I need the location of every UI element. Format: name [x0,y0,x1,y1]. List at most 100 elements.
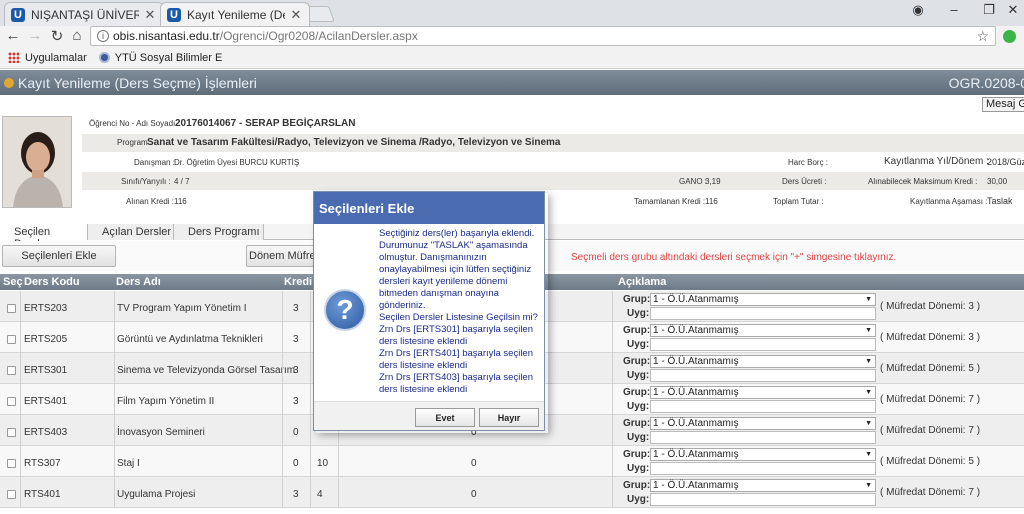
tab-opened-courses[interactable]: Açılan Dersler [88,224,174,240]
row-select-checkbox[interactable] [7,428,16,437]
curriculum-term: ( Müfredat Dönemi: 7 ) [880,425,981,436]
practice-group-field[interactable] [650,462,876,475]
column-divider [310,477,311,508]
chevron-down-icon: ▼ [865,389,872,396]
course-name: TV Program Yapım Yönetim I [117,303,247,314]
chevron-down-icon: ▼ [865,327,872,334]
column-divider [20,477,21,508]
column-divider [282,291,283,322]
browser-tab-title: Kayıt Yenileme (Ders Seç [187,7,285,22]
row-select-checkbox[interactable] [7,304,16,313]
column-divider [114,291,115,322]
address-bar[interactable]: i obis.nisantasi.edu.tr/Ogrenci/Ogr0208/… [90,26,996,46]
group-select[interactable]: 1 - Ö.Ü.Atanmamış ▼ [650,479,876,492]
group-select-value: 1 - Ö.Ü.Atanmamış [653,356,739,367]
column-divider [282,384,283,415]
practice-group-field[interactable] [650,338,876,351]
practice-group-field[interactable] [650,400,876,413]
advisor-value: Dr. Öğretim Üyesi BURCU KURTİŞ [174,158,300,167]
column-divider [20,446,21,477]
row-select-checkbox[interactable] [7,397,16,406]
row-select-checkbox[interactable] [7,490,16,499]
uyg-label: Uyg: [627,370,650,381]
column-divider [114,353,115,384]
student-photo [2,116,72,208]
column-divider [20,291,21,322]
practice-group-field[interactable] [650,369,876,382]
class-label: Sınıfı/Yarıyılı : [121,177,171,186]
reload-icon[interactable]: ↻ [48,27,66,45]
program-value: Sanat ve Tasarım Fakültesi/Radyo, Televi… [147,137,561,148]
restore-icon[interactable]: ❐ [978,2,1000,18]
group-select[interactable]: 1 - Ö.Ü.Atanmamış ▼ [650,417,876,430]
group-select-value: 1 - Ö.Ü.Atanmamış [653,294,739,305]
ytu-icon [98,52,110,63]
maxcredit-value: 30,00 [987,177,1008,186]
close-window-icon[interactable]: ✕ [1002,2,1024,18]
browser-tab-kayit[interactable]: U Kayıt Yenileme (Ders Seç ✕ [160,2,310,26]
course-code: ERTS401 [24,396,68,407]
course-name: Uygulama Projesi [117,489,196,500]
course-ects: 10 [317,458,329,469]
table-row: RTS307 Staj I 0 10 0 Grup: 1 - Ö.Ü.Atanmamış ▼ U… [0,446,1024,477]
curriculum-term: ( Müfredat Dönemi: 7 ) [880,487,981,498]
browser-tab-nisantasi[interactable]: U NIŞANTAŞI ÜNİVERSİTES ✕ [4,2,164,26]
group-select[interactable]: 1 - Ö.Ü.Atanmamış ▼ [650,324,876,337]
bookmark-label: YTÜ Sosyal Bilimler E [114,51,223,64]
group-select-value: 1 - Ö.Ü.Atanmamış [653,387,739,398]
group-select[interactable]: 1 - Ö.Ü.Atanmamış ▼ [650,386,876,399]
uyg-label: Uyg: [627,463,650,474]
completed-credit-value: 116 [705,197,718,206]
course-code: ERTS205 [24,334,68,345]
row-select-checkbox[interactable] [7,335,16,344]
profile-icon[interactable]: ◉ [907,2,929,18]
row-select-checkbox[interactable] [7,459,16,468]
apps-grid-icon [8,52,19,63]
column-divider [310,384,311,415]
term-label: Kayıtlanma Yıl/Dönem : [884,156,989,167]
practice-group-field[interactable] [650,431,876,444]
dialog-line: Seçtiğiniz ders(ler) başarıyla eklendi. … [379,228,535,311]
page-header: Kayıt Yenileme (Ders Seçme) İşlemleri OG… [0,70,1024,95]
tab-selected-courses[interactable]: Seçilen Dersler [0,224,88,250]
page-title: Kayıt Yenileme (Ders Seçme) İşlemleri [18,74,257,91]
extension-icon[interactable] [1003,30,1016,43]
dialog-message: Seçtiğiniz ders(ler) başarıyla eklendi. … [379,228,544,396]
forward-icon[interactable]: → [26,27,44,44]
group-select[interactable]: 1 - Ö.Ü.Atanmamış ▼ [650,448,876,461]
browser-tab-title: NIŞANTAŞI ÜNİVERSİTES [31,7,139,22]
dialog-line: Zrn Drs [ERTS403] başarıyla seçilen ders… [379,372,533,395]
bookmarks-bar: Uygulamalar YTÜ Sosyal Bilimler E [0,47,1024,69]
column-divider [310,322,311,353]
column-divider [612,384,613,415]
tab-course-schedule[interactable]: Ders Programı [174,224,264,240]
home-icon[interactable]: ⌂ [68,27,86,44]
course-credit: 3 [293,396,299,407]
back-icon[interactable]: ← [4,27,22,44]
bookmark-apps[interactable]: Uygulamalar [8,52,87,64]
group-select[interactable]: 1 - Ö.Ü.Atanmamış ▼ [650,355,876,368]
info-icon[interactable]: i [97,30,109,42]
add-selected-button[interactable]: Seçilenleri Ekle [2,245,116,267]
course-code: ERTS403 [24,427,68,438]
column-divider [338,446,339,477]
close-icon[interactable]: ✕ [289,7,303,23]
star-icon[interactable]: ☆ [976,28,989,45]
close-icon[interactable]: ✕ [143,7,157,23]
practice-group-field[interactable] [650,307,876,320]
yes-button[interactable]: Evet [415,408,475,427]
column-divider [612,291,613,322]
stage-value: Taslak [987,196,1013,206]
question-icon: ? [324,289,366,331]
minimize-icon[interactable]: – [943,2,965,17]
send-message-button[interactable]: Mesaj Gön [982,97,1024,112]
group-select[interactable]: 1 - Ö.Ü.Atanmamış ▼ [650,293,876,306]
fee-label: Ders Ücreti : [782,177,827,186]
row-select-checkbox[interactable] [7,366,16,375]
bookmark-ytu[interactable]: YTÜ Sosyal Bilimler E [98,51,223,64]
no-button[interactable]: Hayır [479,408,539,427]
grup-label: Grup: [623,480,651,491]
practice-group-field[interactable] [650,493,876,506]
course-name: Görüntü ve Aydınlatma Teknikleri [117,334,263,345]
term-curriculum-button[interactable]: Dönem Müfreda [246,245,316,267]
